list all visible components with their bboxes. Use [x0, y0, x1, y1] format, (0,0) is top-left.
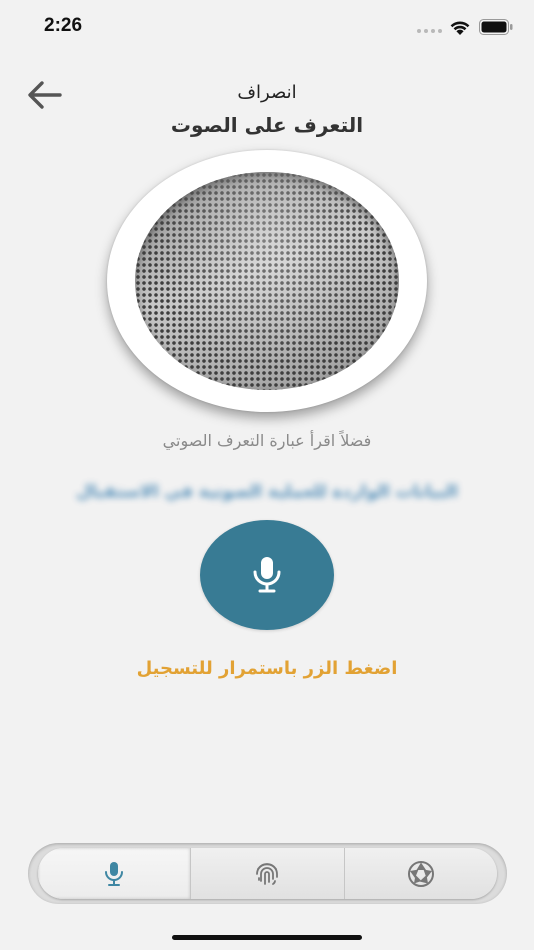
tab-fingerprint[interactable] — [190, 848, 343, 899]
cancel-button[interactable]: انصراف — [220, 82, 314, 103]
cellular-signal-icon — [417, 29, 442, 33]
instruction-text: فضلاً اقرأ عبارة التعرف الصوتي — [162, 431, 372, 450]
camera-shutter-icon — [407, 860, 434, 887]
home-indicator — [172, 935, 362, 940]
record-button[interactable] — [200, 520, 334, 630]
battery-icon — [479, 19, 513, 35]
tab-voice[interactable] — [38, 848, 191, 899]
auth-method-tabbar — [28, 843, 507, 904]
speaker-mesh — [135, 172, 399, 390]
speaker-grill-image — [107, 150, 427, 412]
microphone-icon — [253, 557, 281, 593]
microphone-icon — [105, 861, 124, 886]
status-time: 2:26 — [44, 15, 83, 36]
hold-to-record-hint: اضغط الزر باستمرار للتسجيل — [136, 658, 398, 679]
fingerprint-icon — [256, 862, 279, 885]
page-title: التعرف على الصوت — [170, 113, 364, 137]
status-bar: 2:26 — [0, 0, 534, 50]
back-arrow-icon[interactable] — [24, 78, 64, 112]
voice-phrase-text: البيانات الواردة للعملية الصوتية في الاس… — [76, 482, 458, 502]
wifi-icon — [450, 21, 470, 35]
tab-face[interactable] — [343, 848, 497, 899]
